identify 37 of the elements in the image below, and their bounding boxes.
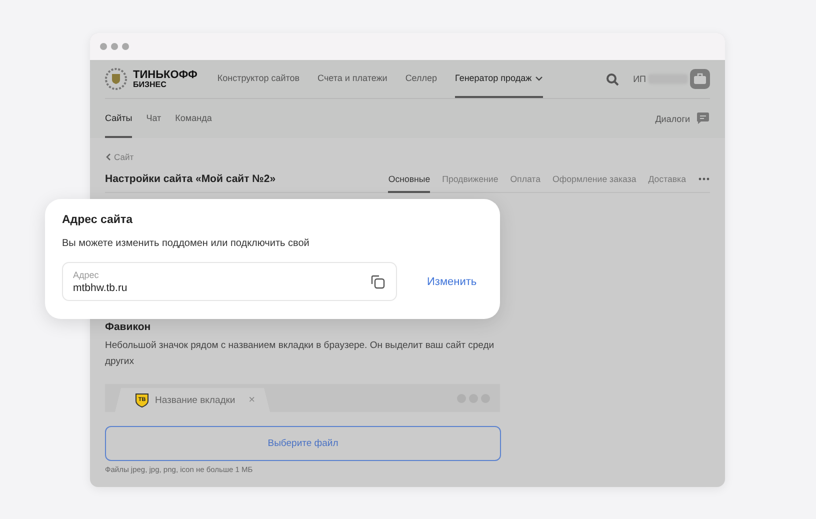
- section-description: Небольшой значок рядом с названием вкладки в браузере. Он выделит ваш сайт среди других: [105, 339, 496, 369]
- page-title: Настройки сайта «Мой сайт №2»: [105, 172, 276, 187]
- window-dot: [100, 43, 107, 50]
- tab-close: ×: [248, 394, 255, 406]
- section-tab[interactable]: Чат: [146, 99, 162, 138]
- choose-file-button[interactable]: Выберите файл: [105, 426, 501, 461]
- tab-title: Название вкладки: [155, 394, 236, 406]
- nav-tab[interactable]: Конструктор сайтов: [217, 60, 300, 98]
- breadcrumb-link[interactable]: Сайт: [114, 152, 134, 162]
- settings-tab[interactable]: Оформление заказа: [552, 166, 636, 193]
- settings-tab[interactable]: Доставка: [648, 166, 686, 193]
- section-title: Фавикон: [105, 321, 152, 333]
- logo-subtitle: БИЗНЕС: [133, 80, 168, 88]
- coat-of-arms-icon: [105, 68, 127, 90]
- nav-tab[interactable]: Генератор продаж: [455, 60, 543, 98]
- copy-icon[interactable]: [370, 274, 386, 290]
- section-tab[interactable]: Сайты: [105, 99, 132, 138]
- popup-description: Вы можете изменить поддомен или подключить свой: [62, 238, 310, 249]
- more-icon[interactable]: [698, 177, 710, 181]
- search-icon[interactable]: [606, 72, 620, 86]
- chat-icon[interactable]: [696, 112, 710, 125]
- user-label[interactable]: ИП: [633, 74, 646, 84]
- address-field[interactable]: Адрес mtbhw.tb.ru: [62, 262, 397, 301]
- dialogs-link[interactable]: Диалоги: [655, 114, 690, 124]
- back-chevron-icon[interactable]: [105, 153, 111, 161]
- settings-tab[interactable]: Продвижение: [442, 166, 498, 193]
- nav-tab[interactable]: Селлер: [405, 60, 438, 98]
- section-tab[interactable]: Команда: [175, 99, 212, 138]
- logo-text: ТИНЬКОФФ: [133, 70, 198, 80]
- nav-tab[interactable]: Счета и платежи: [318, 60, 388, 98]
- briefcase-avatar-icon[interactable]: [690, 69, 710, 89]
- change-link[interactable]: Изменить: [427, 276, 477, 288]
- settings-tab[interactable]: Основные: [388, 166, 430, 193]
- settings-tab[interactable]: Оплата: [510, 166, 540, 193]
- window-dot: [111, 43, 118, 50]
- window-dot: [122, 43, 129, 50]
- popup-title: Адрес сайта: [62, 214, 134, 226]
